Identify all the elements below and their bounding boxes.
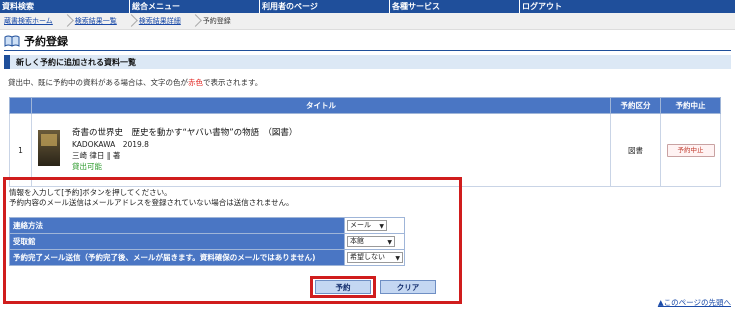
dropdown-arrow-icon: ▼: [387, 239, 392, 246]
section-title: 新しく予約に追加される資料一覧: [16, 57, 136, 67]
contact-method-value: メール: [350, 221, 371, 229]
dropdown-arrow-icon: ▼: [379, 223, 384, 230]
cancel-cell: 予約中止: [660, 113, 721, 187]
chevron-right-icon: [63, 13, 71, 30]
form-row-pickup: 受取館 本館 ▼: [9, 233, 405, 250]
pickup-library-label: 受取館: [9, 233, 345, 250]
completion-mail-label: 予約完了メール送信（予約完了後、メールが届きます。資料確保のメールではありません…: [9, 249, 345, 266]
reserve-button[interactable]: 予約: [315, 280, 371, 294]
completion-mail-select[interactable]: 希望しない ▼: [347, 252, 403, 263]
column-header-type: 予約区分: [610, 97, 661, 114]
pickup-library-cell: 本館 ▼: [344, 233, 405, 250]
availability-status: 貸出可能: [71, 162, 102, 171]
completion-mail-cell: 希望しない ▼: [344, 249, 405, 266]
book-title: 奇書の世界史 歴史を動かす“ヤバい書物”の物語 （図書）: [71, 128, 298, 138]
book-author: 三崎 律日 ‖ 著: [71, 151, 121, 160]
book-publisher: KADOKAWA 2019.8: [71, 140, 149, 149]
breadcrumb-current: 予約登録: [202, 16, 231, 25]
chevron-right-icon: [127, 13, 135, 30]
nav-general-menu[interactable]: 総合メニュー: [130, 0, 260, 13]
breadcrumb-results[interactable]: 検索結果一覧: [71, 13, 127, 30]
reserve-button-highlight: 予約: [310, 276, 376, 298]
clear-button[interactable]: クリア: [380, 280, 436, 294]
book-cover-image: [37, 130, 60, 166]
nav-logout[interactable]: ログアウト: [520, 0, 735, 13]
dropdown-arrow-icon: ▼: [395, 255, 400, 262]
book-cell: 奇書の世界史 歴史を動かす“ヤバい書物”の物語 （図書） KADOKAWA 20…: [30, 113, 612, 187]
title-divider: [4, 50, 731, 51]
nav-user-page[interactable]: 利用者のページ: [260, 0, 390, 13]
chevron-right-icon: [191, 13, 199, 30]
reservation-items-table: タイトル 予約区分 予約中止 1 奇書の世界史 歴史を動かす“ヤバい書物”の物語…: [9, 97, 721, 187]
form-row-contact: 連絡方法 メール ▼: [9, 217, 405, 234]
table-header-row: タイトル 予約区分 予約中止: [9, 97, 721, 114]
back-to-top-link[interactable]: ▲このページの先頭へ: [658, 297, 731, 308]
section-header: 新しく予約に追加される資料一覧: [4, 55, 731, 69]
breadcrumb: 蔵書検索ホーム 検索結果一覧 検索結果詳細 予約登録: [0, 13, 735, 30]
contact-method-select[interactable]: メール ▼: [347, 220, 387, 231]
section-marker: [4, 55, 10, 69]
nav-material-search[interactable]: 資料検索: [0, 0, 130, 13]
reservation-form: 連絡方法 メール ▼ 受取館 本館 ▼ 予約完了メール送信（予約完了後、メールが届き…: [9, 217, 405, 266]
pickup-library-select[interactable]: 本館 ▼: [347, 236, 395, 247]
notice-text-end: で表示されます。: [203, 78, 263, 87]
table-row: 1 奇書の世界史 歴史を動かす“ヤバい書物”の物語 （図書） KADOKAWA …: [9, 113, 721, 187]
page-title: 予約登録: [4, 33, 68, 49]
reservation-type: 図書: [610, 113, 661, 187]
cancel-reservation-button[interactable]: 予約中止: [666, 143, 715, 157]
form-instructions: 情報を入力して[予約]ボタンを押してください。 予約内容のメール送信はメールアド…: [9, 188, 294, 208]
contact-method-label: 連絡方法: [9, 217, 345, 234]
open-book-icon: [4, 35, 20, 47]
top-navigation: 資料検索 総合メニュー 利用者のページ 各種サービス ログアウト: [0, 0, 735, 13]
column-header-cancel: 予約中止: [660, 97, 721, 114]
nav-services[interactable]: 各種サービス: [390, 0, 520, 13]
row-number: 1: [9, 113, 32, 187]
contact-method-cell: メール ▼: [344, 217, 405, 234]
page-title-text: 予約登録: [24, 35, 68, 48]
instruction-line-2: 予約内容のメール送信はメールアドレスを登録されていない場合は送信されません。: [9, 198, 294, 207]
instruction-line-1: 情報を入力して[予約]ボタンを押してください。: [9, 188, 172, 197]
pickup-library-value: 本館: [350, 237, 364, 245]
notice-red-word: 赤色: [188, 78, 203, 87]
form-buttons: 予約 クリア: [310, 276, 436, 298]
column-header-number: [9, 97, 32, 114]
form-row-mail: 予約完了メール送信（予約完了後、メールが届きます。資料確保のメールではありません…: [9, 249, 405, 266]
breadcrumb-home[interactable]: 蔵書検索ホーム: [0, 13, 63, 30]
breadcrumb-detail[interactable]: 検索結果詳細: [135, 13, 191, 30]
notice-text: 貸出中、既に予約中の資料がある場合は、文字の色が: [8, 78, 188, 87]
color-notice: 貸出中、既に予約中の資料がある場合は、文字の色が赤色で表示されます。: [8, 77, 262, 88]
completion-mail-value: 希望しない: [350, 253, 385, 261]
column-header-title: タイトル: [30, 97, 612, 114]
